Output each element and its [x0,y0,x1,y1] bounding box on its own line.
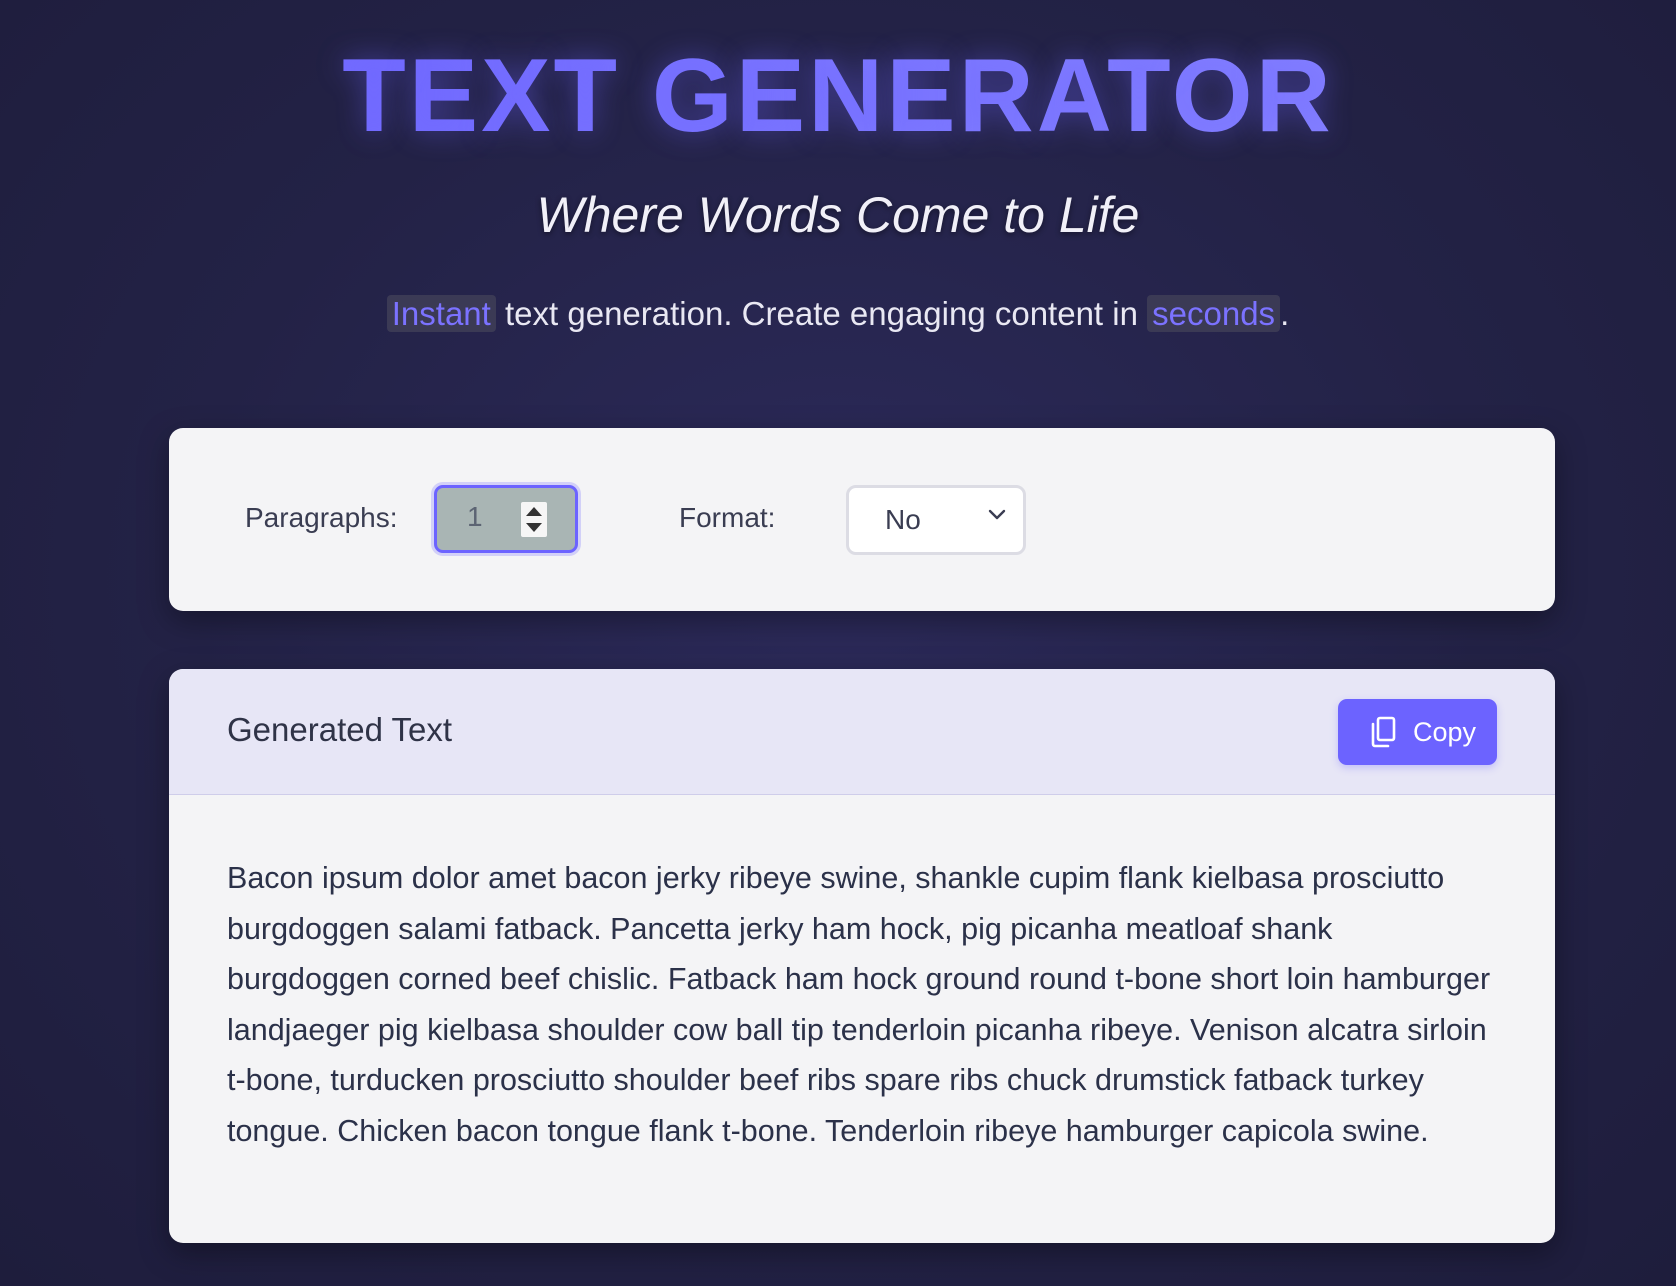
copy-button-label[interactable]: Copy [1413,717,1476,748]
spinner-arrows-icon[interactable] [521,502,547,537]
copy-button[interactable]: Copy [1338,699,1497,765]
format-selected-value[interactable]: No [885,504,921,536]
increment-arrow[interactable] [526,507,542,516]
chevron-down-icon[interactable] [987,508,1007,522]
highlight-seconds: seconds [1147,295,1281,332]
highlight-instant: Instant [386,295,496,332]
output-title: Generated Text [227,711,453,748]
output-header: Generated Text Copy [169,669,1555,795]
controls-panel: Paragraphs: 1 Format: No [169,428,1555,611]
intro-text: Instant text generation. Create engaging… [0,292,1676,336]
page-title: TEXT GENERATOR [0,36,1676,156]
generated-text: Bacon ipsum dolor amet bacon jerky ribey… [227,861,1491,1148]
copy-icon[interactable] [1368,716,1398,748]
tagline: Where Words Come to Life [536,187,1140,243]
output-panel: Generated Text Copy Bacon ipsum dolor am… [169,669,1555,1243]
paragraphs-stepper[interactable]: 1 [434,485,578,553]
intro-end: . [1280,295,1290,332]
format-select[interactable]: No [846,485,1026,555]
decrement-arrow[interactable] [526,523,542,532]
intro-middle: text generation. Create engaging content… [495,295,1148,332]
paragraphs-label: Paragraphs: [245,502,398,533]
format-label: Format: [679,502,776,533]
paragraphs-value[interactable]: 1 [467,501,483,533]
